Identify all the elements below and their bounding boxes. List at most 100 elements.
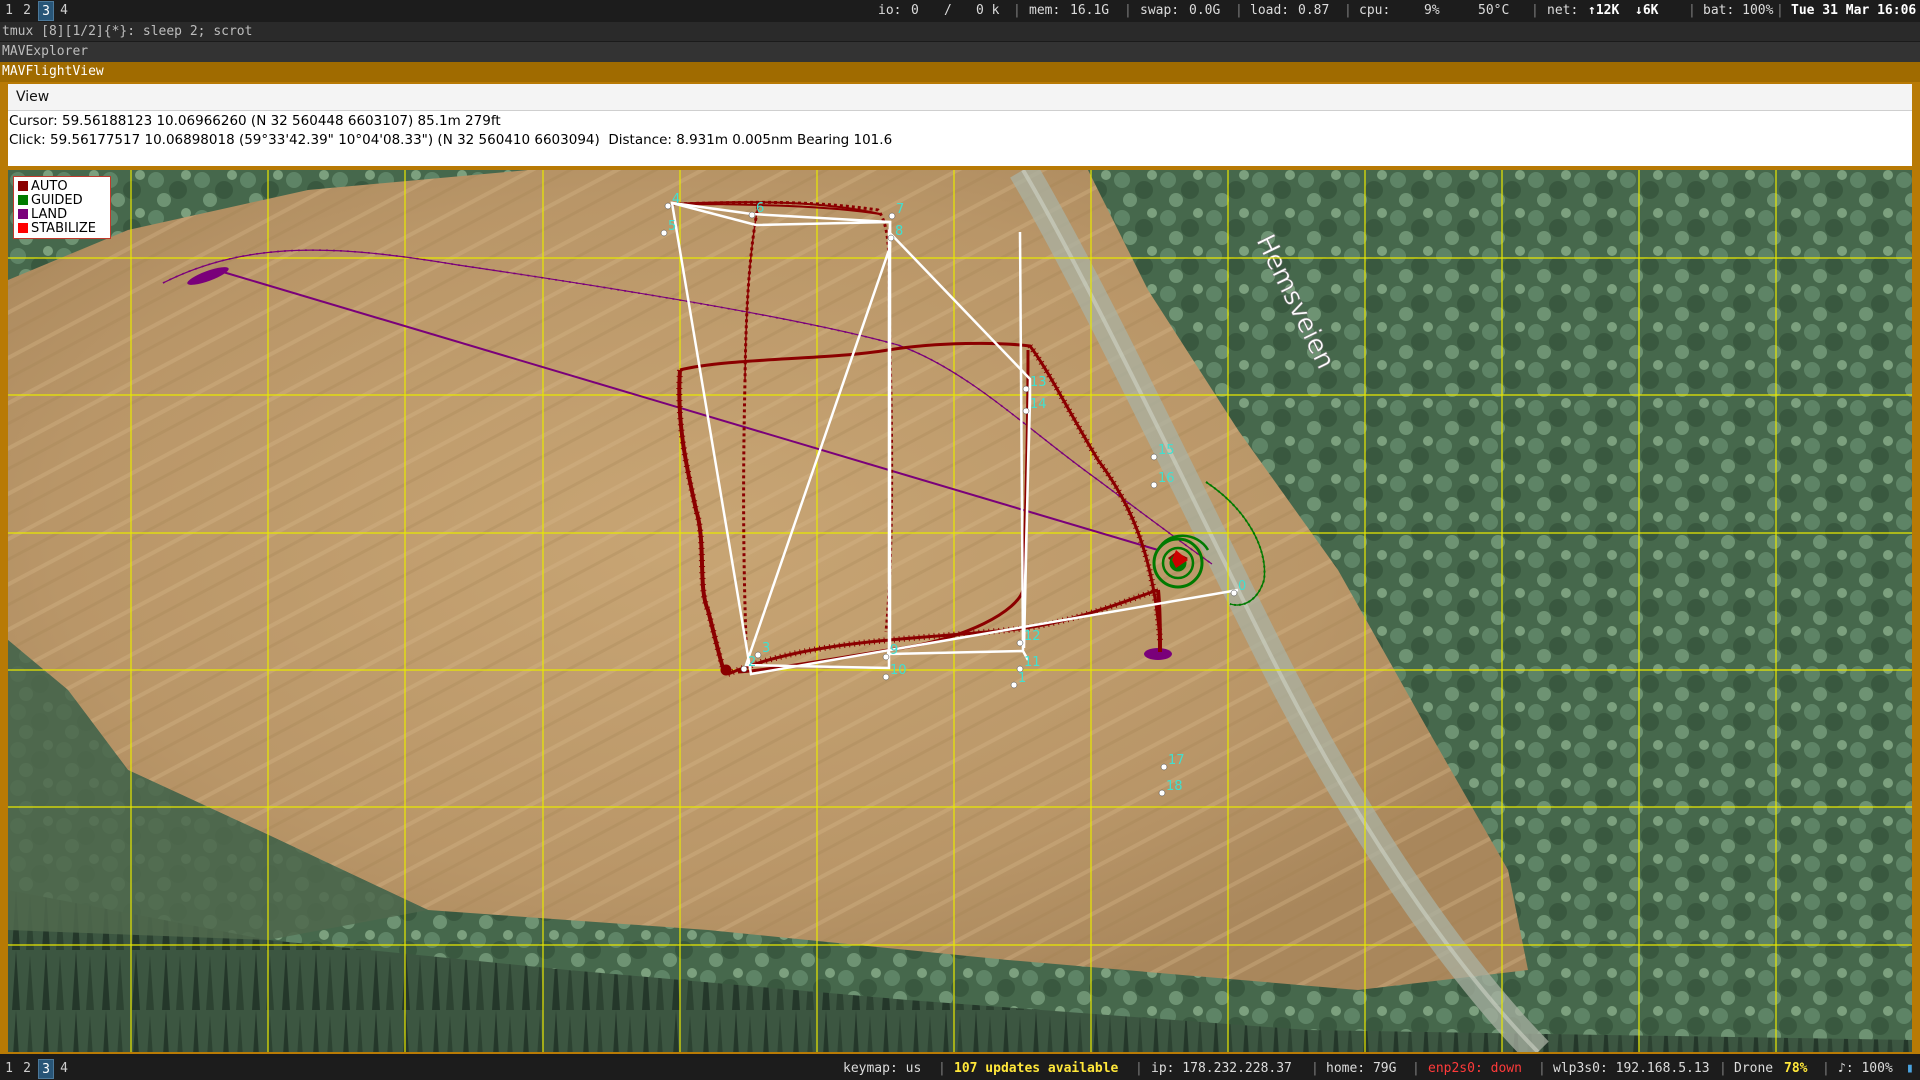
- separator: |: [1538, 1061, 1546, 1076]
- waypoint-marker[interactable]: [882, 653, 890, 661]
- waypoint-label: 14: [1030, 397, 1047, 412]
- separator: |: [1124, 3, 1132, 18]
- waypoint-label: 2: [748, 655, 756, 670]
- io-write-value: 0 k: [976, 3, 1000, 18]
- workspace-1-button[interactable]: 1: [1, 1059, 17, 1079]
- flight-mode-legend: AUTO GUIDED LAND STABILIZE: [13, 176, 111, 239]
- waypoint-marker[interactable]: [754, 651, 762, 659]
- waypoint-label: 18: [1166, 779, 1183, 794]
- waypoint-marker[interactable]: [882, 673, 890, 681]
- view-menu[interactable]: View: [14, 84, 51, 110]
- waypoint-label: 3: [762, 641, 770, 656]
- waypoint-marker[interactable]: [660, 229, 668, 237]
- workspace-2-button[interactable]: 2: [19, 1, 35, 21]
- wifi-signal: 78%: [1784, 1061, 1808, 1076]
- separator: |: [1719, 1061, 1727, 1076]
- legend-label: STABILIZE: [31, 221, 97, 236]
- wifi-ssid: Drone: [1734, 1061, 1774, 1076]
- waypoint-marker[interactable]: [1158, 789, 1166, 797]
- swap-label: swap:: [1140, 3, 1180, 18]
- net-down-value: ↓6K: [1635, 3, 1659, 18]
- menu-bar: View: [8, 84, 1912, 111]
- separator: |: [1412, 1061, 1420, 1076]
- waypoint-marker[interactable]: [1016, 665, 1024, 673]
- separator: |: [1776, 3, 1784, 18]
- workspace-3-button[interactable]: 3: [38, 1, 54, 21]
- top-status-bar: 1 2 3 4 io: 0 / 0 k | mem: 16.1G | swap:…: [0, 0, 1920, 22]
- tmux-status-line: tmux [8][1/2]{*}: sleep 2; scrot: [0, 22, 1920, 41]
- waypoint-marker[interactable]: [1016, 639, 1024, 647]
- io-read-value: 0: [911, 3, 919, 18]
- waypoint-label: 11: [1024, 655, 1041, 670]
- separator: |: [1135, 1061, 1143, 1076]
- waypoint-marker[interactable]: [1230, 589, 1238, 597]
- workspace-4-button[interactable]: 4: [56, 1, 72, 21]
- workspace-4-button[interactable]: 4: [56, 1059, 72, 1079]
- legend-label: LAND: [31, 207, 68, 222]
- workspace-1-button[interactable]: 1: [1, 1, 17, 21]
- cpu-value: 9%: [1424, 3, 1440, 18]
- waypoint-label: 9: [890, 643, 898, 658]
- ethernet-status: enp2s0: down: [1428, 1061, 1522, 1076]
- battery-status: bat: 100%: [1703, 3, 1774, 18]
- updates-available-status[interactable]: 107 updates available: [954, 1058, 1118, 1080]
- keymap-status: keymap: us: [843, 1061, 922, 1076]
- waypoint-label: 0: [1238, 579, 1246, 594]
- tmux-command-text: tmux [8][1/2]{*}: sleep 2; scrot: [2, 24, 253, 39]
- waypoint-marker[interactable]: [887, 234, 895, 242]
- waypoint-label: 12: [1024, 629, 1041, 644]
- mem-label: mem:: [1029, 3, 1061, 18]
- waypoint-label: 6: [756, 201, 764, 216]
- io-label: io:: [878, 3, 902, 18]
- separator: |: [1688, 3, 1696, 18]
- waypoint-label: 10: [890, 663, 907, 678]
- waypoint-label: 4: [672, 192, 680, 207]
- waypoint-marker[interactable]: [740, 665, 748, 673]
- waypoint-marker[interactable]: [1022, 407, 1030, 415]
- legend-swatch-auto: [18, 181, 28, 191]
- map-view[interactable]: Hemsveien 0 1 2 3 4 5 6 7 8 9 10 11 12 1…: [8, 170, 1912, 1052]
- waypoint-marker[interactable]: [888, 212, 896, 220]
- cursor-info-text: Cursor: 59.56188123 10.06966260 (N 32 56…: [9, 113, 501, 129]
- legend-item-guided: GUIDED: [18, 194, 83, 208]
- cpu-temp-value: 50°C: [1478, 3, 1510, 18]
- legend-label: AUTO: [31, 179, 68, 194]
- waypoint-marker[interactable]: [1160, 763, 1168, 771]
- waypoint-label: 13: [1030, 375, 1047, 390]
- load-value: 0.87: [1298, 3, 1330, 18]
- separator: |: [938, 1061, 946, 1076]
- swap-value: 0.0G: [1189, 3, 1221, 18]
- waypoint-marker[interactable]: [664, 202, 672, 210]
- bottom-status-bar: 1 2 3 4 keymap: us | 107 updates availab…: [0, 1058, 1920, 1080]
- legend-swatch-guided: [18, 195, 28, 205]
- legend-item-land: LAND: [18, 208, 67, 222]
- waypoint-label: 7: [896, 202, 904, 217]
- separator: |: [1311, 1061, 1319, 1076]
- waypoint-marker[interactable]: [1150, 481, 1158, 489]
- separator: |: [1531, 3, 1539, 18]
- net-label: net:: [1547, 3, 1579, 18]
- waypoint-label: 15: [1158, 443, 1175, 458]
- waypoint-marker[interactable]: [748, 211, 756, 219]
- waypoint-marker[interactable]: [1022, 385, 1030, 393]
- waypoint-label: 1: [1018, 671, 1026, 686]
- workspace-3-button[interactable]: 3: [38, 1059, 54, 1079]
- io-slash: /: [944, 3, 952, 18]
- net-up-value: ↑12K: [1588, 3, 1620, 18]
- separator: |: [1822, 1061, 1830, 1076]
- waypoint-marker[interactable]: [1010, 681, 1018, 689]
- click-info-text: Click: 59.56177517 10.06898018 (59°33'42…: [9, 132, 893, 148]
- separator: |: [1235, 3, 1243, 18]
- legend-swatch-land: [18, 209, 28, 219]
- waypoint-marker[interactable]: [1150, 453, 1158, 461]
- legend-item-auto: AUTO: [18, 180, 68, 194]
- legend-swatch-stabilize: [18, 223, 28, 233]
- map-canvas[interactable]: Hemsveien 0123456 789101112131415161718: [8, 170, 1912, 1052]
- window-title-mavflightview[interactable]: MAVFlightView: [0, 62, 1920, 82]
- cpu-label: cpu:: [1359, 3, 1391, 18]
- mem-value: 16.1G: [1070, 3, 1110, 18]
- window-title-mavexplorer[interactable]: MAVExplorer: [0, 42, 1920, 62]
- workspace-2-button[interactable]: 2: [19, 1059, 35, 1079]
- waypoint-label: 8: [895, 224, 903, 239]
- volume-icon: ▮: [1906, 1061, 1914, 1076]
